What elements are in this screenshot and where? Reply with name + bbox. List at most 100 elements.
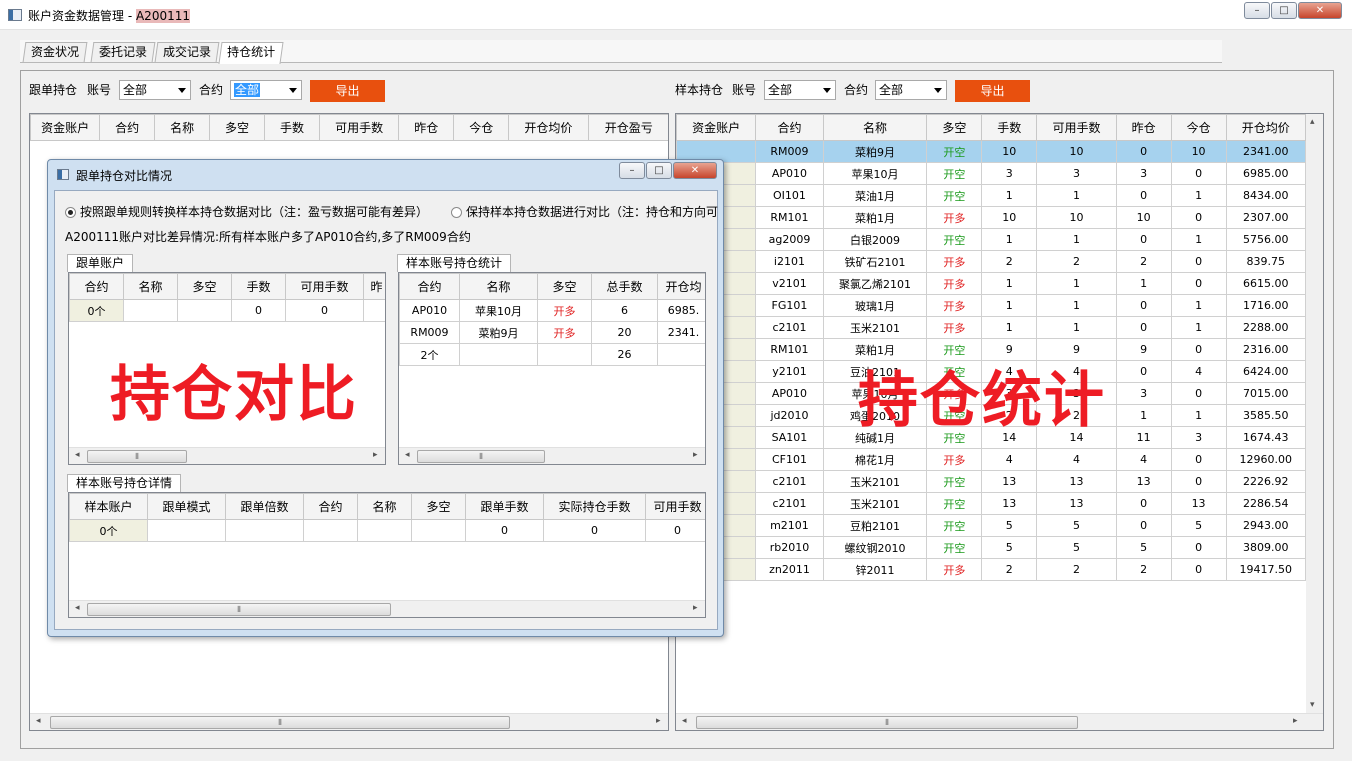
right-header[interactable]: 名称 [822,114,928,141]
maximize-button[interactable]: □ [1271,2,1297,19]
detail-header[interactable]: 实际持仓手数 [543,493,646,520]
dialog-close-button[interactable]: ✕ [673,162,717,179]
left-contract-select[interactable]: 全部 [230,80,302,100]
table-row[interactable]: c2101 玉米2101 开空 13 13 0 13 2286.54 [676,492,1307,515]
scroll-right-icon[interactable]: ▸ [373,450,378,460]
table-row[interactable]: zn2011 锌2011 开多 2 2 2 0 19417.50 [676,558,1307,581]
detail-hscrollbar[interactable]: ◂ ⦀ ▸ [69,600,705,617]
follow-header[interactable]: 合约 [69,273,124,300]
scroll-thumb[interactable]: ⦀ [696,716,1078,729]
sample-hscrollbar[interactable]: ◂ ⦀ ▸ [399,447,705,464]
right-header[interactable]: 开仓均价 [1225,114,1307,141]
left-header[interactable]: 多空 [209,114,265,141]
follow-header[interactable]: 手数 [231,273,286,300]
scroll-thumb[interactable]: ⦀ [417,450,545,463]
left-export-button[interactable]: 导出 [310,80,385,102]
minimize-button[interactable]: – [1244,2,1270,19]
right-header[interactable]: 合约 [755,114,824,141]
right-contract-select[interactable]: 全部 [875,80,947,100]
scroll-thumb[interactable]: ⦀ [87,603,391,616]
radio-unchecked-icon[interactable] [451,207,462,218]
table-row[interactable]: ag2009 白银2009 开空 1 1 0 1 5756.00 [676,228,1307,251]
right-header[interactable]: 可用手数 [1036,114,1117,141]
left-header[interactable]: 合约 [99,114,156,141]
detail-header[interactable]: 可用手数 [645,493,705,520]
scroll-left-icon[interactable]: ◂ [75,450,80,460]
table-row[interactable]: AP010 苹果10月 开多 6 6985. [399,299,705,322]
follow-hscrollbar[interactable]: ◂ ⦀ ▸ [69,447,385,464]
left-header[interactable]: 可用手数 [318,114,400,141]
table-row[interactable]: rb2010 螺纹钢2010 开空 5 5 5 0 3809.00 [676,536,1307,559]
dialog-maximize-button[interactable]: □ [646,162,672,179]
scroll-down-icon[interactable]: ▾ [1310,700,1315,710]
right-header[interactable]: 昨仓 [1115,114,1172,141]
scroll-left-icon[interactable]: ◂ [75,603,80,613]
left-header[interactable]: 资金账户 [30,114,101,141]
table-row[interactable]: 2个 26 [399,343,705,366]
scroll-right-icon[interactable]: ▸ [693,603,698,613]
scroll-thumb[interactable]: ⦀ [87,450,187,463]
left-hscrollbar[interactable]: ◂ ⦀ ▸ [30,713,668,730]
sample-header[interactable]: 名称 [459,273,538,300]
radio-convert-option[interactable]: 按照跟单规则转换样本持仓数据对比（注：盈亏数据可能有差异） [65,203,428,220]
table-row[interactable]: c2101 玉米2101 开多 1 1 0 1 2288.00 [676,316,1307,339]
right-header[interactable]: 多空 [926,114,983,141]
table-row[interactable]: 0个 0 0 [69,299,385,322]
left-header[interactable]: 开仓均价 [508,114,589,141]
tab-funds[interactable]: 资金状况 [22,42,88,62]
scroll-thumb[interactable]: ⦀ [50,716,510,729]
detail-header[interactable]: 名称 [357,493,412,520]
scroll-left-icon[interactable]: ◂ [405,450,410,460]
detail-header[interactable]: 跟单倍数 [225,493,304,520]
scroll-up-icon[interactable]: ▴ [1310,117,1315,127]
table-row[interactable]: FG101 玻璃1月 开多 1 1 0 1 1716.00 [676,294,1307,317]
right-header[interactable]: 今仓 [1170,114,1227,141]
tab-orders[interactable]: 委托记录 [90,42,156,62]
scroll-right-icon[interactable]: ▸ [693,450,698,460]
radio-checked-icon[interactable] [65,207,76,218]
table-row[interactable]: i2101 铁矿石2101 开多 2 2 2 0 839.75 [676,250,1307,273]
right-export-button[interactable]: 导出 [955,80,1030,102]
sample-header[interactable]: 开仓均 [657,273,705,300]
left-header[interactable]: 名称 [154,114,211,141]
table-row[interactable]: RM009 菜粕9月 开多 20 2341. [399,321,705,344]
radio-keep-option[interactable]: 保持样本持仓数据进行对比（注：持仓和方向可 [451,203,719,220]
detail-header[interactable]: 跟单模式 [147,493,226,520]
right-header[interactable]: 手数 [981,114,1038,141]
right-vscrollbar[interactable]: ▴ ▾ [1306,114,1323,714]
sample-header[interactable]: 总手数 [591,273,658,300]
table-row[interactable]: CF101 棉花1月 开多 4 4 4 0 12960.00 [676,448,1307,471]
left-header[interactable]: 开仓盈亏 [587,114,668,141]
left-account-select[interactable]: 全部 [119,80,191,100]
follow-header[interactable]: 昨 [363,273,385,300]
sample-header[interactable]: 合约 [399,273,460,300]
table-row[interactable]: RM009 菜粕9月 开空 10 10 0 10 2341.00 [676,140,1307,163]
sample-header[interactable]: 多空 [537,273,592,300]
table-row[interactable]: m2101 豆粕2101 开空 5 5 0 5 2943.00 [676,514,1307,537]
scroll-left-icon[interactable]: ◂ [36,716,41,726]
close-button[interactable]: ✕ [1298,2,1342,19]
right-hscrollbar[interactable]: ◂ ⦀ ▸ [676,713,1323,730]
detail-header[interactable]: 多空 [411,493,466,520]
left-header[interactable]: 手数 [264,114,320,141]
table-row[interactable]: v2101 聚氯乙烯2101 开多 1 1 1 0 6615.00 [676,272,1307,295]
left-header[interactable]: 昨仓 [398,114,455,141]
follow-header[interactable]: 可用手数 [285,273,364,300]
detail-header[interactable]: 合约 [303,493,358,520]
follow-header[interactable]: 多空 [177,273,232,300]
detail-header[interactable]: 样本账户 [69,493,148,520]
tab-positions[interactable]: 持仓统计 [218,42,284,64]
right-account-select[interactable]: 全部 [764,80,836,100]
scroll-left-icon[interactable]: ◂ [682,716,687,726]
scroll-right-icon[interactable]: ▸ [1293,716,1298,726]
tab-trades[interactable]: 成交记录 [154,42,220,62]
dialog-minimize-button[interactable]: – [619,162,645,179]
table-row[interactable]: RM101 菜粕1月 开多 10 10 10 0 2307.00 [676,206,1307,229]
follow-header[interactable]: 名称 [123,273,178,300]
right-header[interactable]: 资金账户 [676,114,757,141]
left-header[interactable]: 今仓 [453,114,510,141]
table-row[interactable]: OI101 菜油1月 开空 1 1 0 1 8434.00 [676,184,1307,207]
detail-header[interactable]: 跟单手数 [465,493,544,520]
scroll-right-icon[interactable]: ▸ [656,716,661,726]
table-row[interactable]: c2101 玉米2101 开空 13 13 13 0 2226.92 [676,470,1307,493]
